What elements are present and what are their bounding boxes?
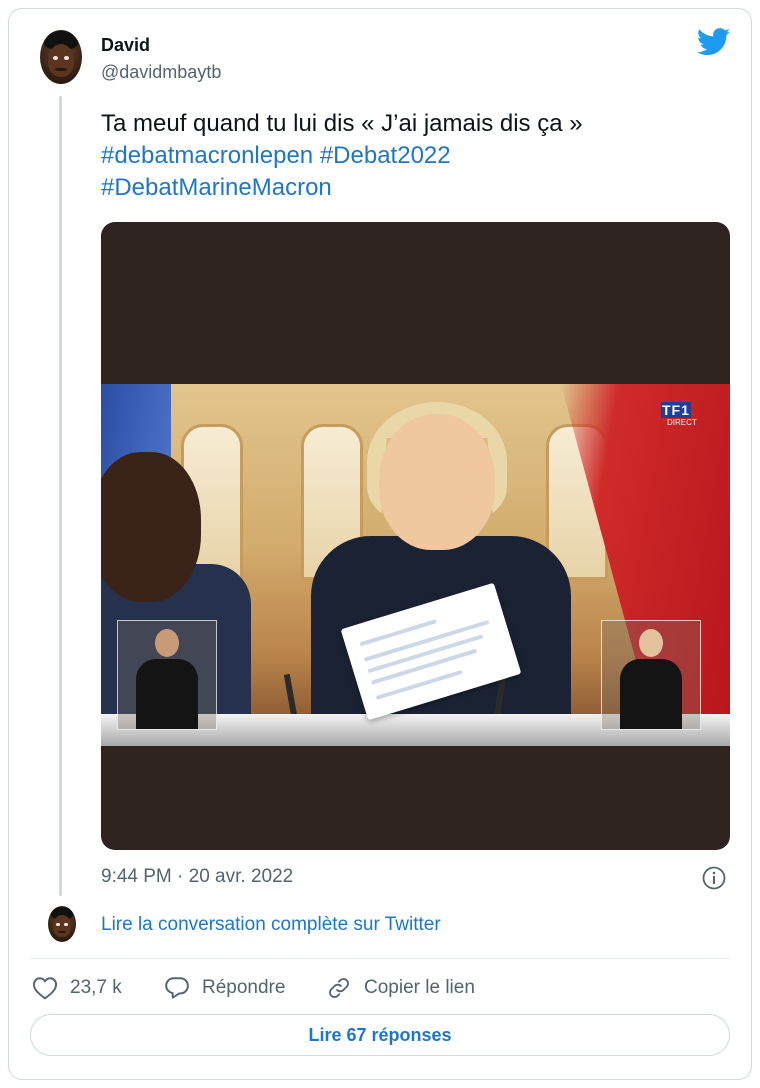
- hashtag-link[interactable]: #debatmacronlepen: [101, 142, 313, 169]
- read-replies-button[interactable]: Lire 67 réponses: [30, 1014, 730, 1056]
- read-replies-label: Lire 67 réponses: [308, 1024, 452, 1045]
- reply-label: Répondre: [202, 977, 286, 998]
- like-count: 23,7 k: [70, 977, 122, 998]
- sign-language-inset-left: [117, 620, 217, 730]
- link-icon: [329, 978, 349, 998]
- read-conversation-link[interactable]: Lire la conversation complète sur Twitte…: [101, 914, 441, 936]
- hashtag-link[interactable]: #DebatMarineMacron: [101, 174, 332, 201]
- tweet-body: Ta meuf quand tu lui dis « J’ai jamais d…: [101, 110, 583, 137]
- tweet-media[interactable]: TF1 DIRECT: [101, 222, 730, 850]
- thread-line: [59, 96, 62, 896]
- reply-button[interactable]: Répondre: [164, 975, 285, 1001]
- author-avatar[interactable]: [40, 30, 82, 84]
- heart-icon: [32, 977, 58, 1000]
- like-button[interactable]: 23,7 k: [32, 975, 122, 1001]
- copy-link-button[interactable]: Copier le lien: [326, 975, 475, 1001]
- sign-language-inset-right: [601, 620, 701, 730]
- speech-bubble-icon: [165, 977, 189, 999]
- author-handle[interactable]: @davidmbaytb: [101, 62, 221, 83]
- copy-link-label: Copier le lien: [364, 977, 475, 998]
- twitter-bird-icon[interactable]: [697, 28, 731, 56]
- tweet-text: Ta meuf quand tu lui dis « J’ai jamais d…: [101, 108, 721, 204]
- video-frame[interactable]: TF1 DIRECT: [101, 384, 730, 746]
- tf1-logo: TF1: [661, 402, 691, 418]
- tf1-direct-label: DIRECT: [667, 418, 697, 427]
- author-name[interactable]: David: [101, 35, 150, 56]
- tweet-timestamp[interactable]: 9:44 PM · 20 avr. 2022: [101, 866, 293, 888]
- divider: [30, 958, 730, 959]
- small-avatar[interactable]: [48, 906, 76, 942]
- info-icon[interactable]: [702, 866, 726, 890]
- hashtag-link[interactable]: #Debat2022: [320, 142, 451, 169]
